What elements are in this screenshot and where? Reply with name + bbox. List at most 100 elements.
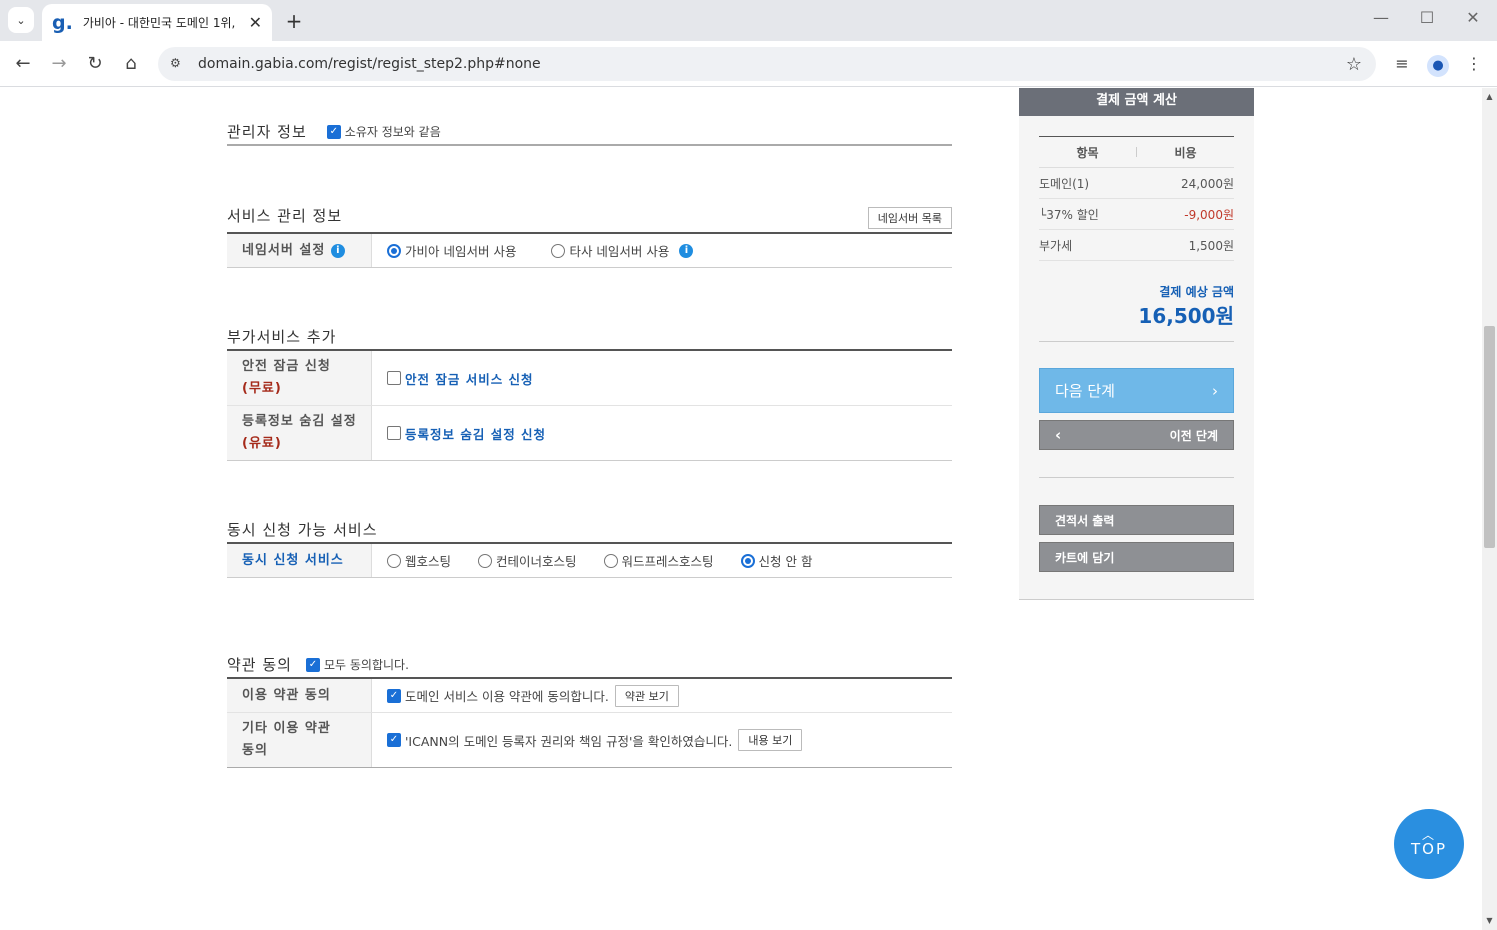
payment-summary-panel: 결제 금액 계산 항목 비용 도메인(1) 24,000원 └37% 할인 -9… <box>1019 88 1254 600</box>
info-icon[interactable]: i <box>679 243 694 258</box>
radio-other-nameserver[interactable]: 타사 네임서버 사용 i <box>551 241 694 260</box>
prev-step-button[interactable]: ‹ 이전 단계 <box>1039 420 1234 450</box>
calc-cost: -9,000원 <box>1184 207 1234 222</box>
nameserver-label: 네임서버 설정 i <box>227 234 372 267</box>
terms-label-1-text: 이용 약관 동의 <box>242 687 331 703</box>
radio-none[interactable]: 신청 안 함 <box>740 551 813 570</box>
same-as-owner-label: 소유자 정보와 같음 <box>344 125 441 139</box>
radio-container-hosting[interactable]: 컨테이너호스팅 <box>478 551 577 570</box>
nameserver-options: 가비아 네임서버 사용 타사 네임서버 사용 i <box>372 234 952 267</box>
calc-cost: 1,500원 <box>1188 238 1234 253</box>
privacy-checkbox[interactable]: 등록정보 숨김 설정 신청 <box>387 424 546 443</box>
gabia-favicon-icon: g. <box>52 11 73 34</box>
calc-row-domain: 도메인(1) 24,000원 <box>1039 168 1234 199</box>
nameserver-label-text: 네임서버 설정 <box>242 242 326 258</box>
terms-label-2-line1: 기타 이용 약관 <box>242 721 331 736</box>
next-step-button[interactable]: 다음 단계 › <box>1039 368 1234 413</box>
divider <box>227 767 952 768</box>
minimize-icon[interactable]: — <box>1366 8 1396 27</box>
view-terms-button[interactable]: 약관 보기 <box>614 684 679 707</box>
terms-text-2: 'ICANN의 도메인 등록자 권리와 책임 규정'을 확인하였습니다. <box>405 733 733 749</box>
check-icon: ✓ <box>387 688 401 703</box>
privacy-price: (유료) <box>242 436 282 451</box>
radio-web-hosting[interactable]: 웹호스팅 <box>387 551 451 570</box>
active-tab[interactable]: g. 가비아 - 대한민국 도메인 1위, ✕ <box>42 4 272 41</box>
scroll-down-icon[interactable]: ▼ <box>1482 916 1497 925</box>
safe-lock-price: (무료) <box>242 381 282 396</box>
addon-title-text: 부가서비스 추가 <box>227 328 337 346</box>
safe-lock-row: 안전 잠금 신청 (무료) 안전 잠금 서비스 신청 <box>227 351 952 405</box>
simul-label: 동시 신청 서비스 <box>227 544 372 577</box>
tab-strip: ⌄ g. 가비아 - 대한민국 도메인 1위, ✕ + — ☐ ✕ <box>0 0 1497 41</box>
terms-checkbox-2[interactable]: ✓ 'ICANN의 도메인 등록자 권리와 책임 규정'을 확인하였습니다. <box>387 731 732 750</box>
terms-label-2: 기타 이용 약관 동의 <box>227 713 372 767</box>
scroll-up-icon[interactable]: ▲ <box>1482 92 1497 101</box>
print-quote-button[interactable]: 견적서 출력 <box>1039 505 1234 535</box>
total-value: 16,500원 <box>1138 304 1234 328</box>
admin-title-text: 관리자 정보 <box>227 123 307 141</box>
safe-lock-option-label[interactable]: 안전 잠금 서비스 신청 <box>405 369 534 388</box>
simul-label-text: 동시 신청 서비스 <box>242 552 344 568</box>
simul-section-title: 동시 신청 가능 서비스 <box>227 519 378 540</box>
forward-icon[interactable]: → <box>47 52 71 76</box>
view-content-button[interactable]: 내용 보기 <box>738 729 803 751</box>
privacy-option-label[interactable]: 등록정보 숨김 설정 신청 <box>405 424 546 443</box>
url-text[interactable]: domain.gabia.com/regist/regist_step2.php… <box>198 56 1346 72</box>
terms-section-title: 약관 동의 ✓ 모두 동의합니다. <box>227 654 409 675</box>
col-item-header: 항목 <box>1076 145 1099 160</box>
scroll-top-button[interactable]: ︿ TOP <box>1394 809 1464 879</box>
divider <box>1039 477 1234 478</box>
privacy-row: 등록정보 숨김 설정 (유료) 등록정보 숨김 설정 신청 <box>227 406 952 460</box>
terms-label-2-line2: 동의 <box>242 743 268 758</box>
calc-item: 부가세 <box>1039 238 1073 253</box>
calc-cost: 24,000원 <box>1180 176 1234 191</box>
divider <box>227 460 952 461</box>
nameserver-list-button[interactable]: 네임서버 목록 <box>867 207 952 229</box>
avatar-icon: ● <box>1427 55 1449 77</box>
calc-row-vat: 부가세 1,500원 <box>1039 230 1234 261</box>
reload-icon[interactable]: ↻ <box>83 52 107 76</box>
maximize-icon[interactable]: ☐ <box>1412 8 1442 27</box>
simul-row: 동시 신청 서비스 웹호스팅 컨테이너호스팅 워드프레스호스팅 신청 안 함 <box>227 544 952 577</box>
prev-step-label: 이전 단계 <box>1169 428 1218 443</box>
terms-checkbox-1[interactable]: ✓ 도메인 서비스 이용 약관에 동의합니다. <box>387 686 609 705</box>
scrollbar-thumb[interactable] <box>1484 326 1495 548</box>
tab-title: 가비아 - 대한민국 도메인 1위, <box>82 16 236 30</box>
radio-wordpress-hosting[interactable]: 워드프레스호스팅 <box>603 551 714 570</box>
info-icon[interactable]: i <box>331 243 346 258</box>
terms-title-text: 약관 동의 <box>227 656 292 674</box>
address-bar[interactable]: ⚙ domain.gabia.com/regist/regist_step2.p… <box>158 47 1376 81</box>
terms-content-1: ✓ 도메인 서비스 이용 약관에 동의합니다. 약관 보기 <box>372 679 952 712</box>
agree-all-checkbox[interactable]: ✓ 모두 동의합니다. <box>305 656 409 673</box>
menu-kebab-icon[interactable]: ⋮ <box>1462 52 1486 76</box>
add-to-cart-button[interactable]: 카트에 담기 <box>1039 542 1234 572</box>
vertical-scrollbar[interactable]: ▲ ▼ <box>1482 88 1497 930</box>
scroll-top-label: TOP <box>1410 840 1447 858</box>
profile-button[interactable]: ● <box>1426 52 1450 77</box>
radio-gabia-label: 가비아 네임서버 사용 <box>405 244 517 259</box>
privacy-label-text: 등록정보 숨김 설정 <box>242 414 357 429</box>
back-icon[interactable]: ← <box>11 52 35 76</box>
radio-gabia-nameserver[interactable]: 가비아 네임서버 사용 <box>387 241 516 260</box>
home-icon[interactable]: ⌂ <box>119 52 143 76</box>
same-as-owner-checkbox[interactable]: ✓ 소유자 정보와 같음 <box>326 123 441 140</box>
new-tab-button[interactable]: + <box>283 9 305 33</box>
radio-icon <box>551 243 566 258</box>
total-label: 결제 예상 금액 <box>1159 285 1234 299</box>
tab-close-icon[interactable]: ✕ <box>249 13 262 32</box>
divider <box>227 144 952 146</box>
checkbox-icon <box>387 426 401 440</box>
bookmark-star-icon[interactable]: ☆ <box>1346 54 1362 75</box>
radio-other-label: 타사 네임서버 사용 <box>569 244 670 259</box>
site-info-icon[interactable]: ⚙ <box>170 56 186 72</box>
safe-lock-checkbox[interactable]: 안전 잠금 서비스 신청 <box>387 369 534 388</box>
tab-search-button[interactable]: ⌄ <box>8 7 34 33</box>
check-icon: ✓ <box>326 124 341 139</box>
window-close-icon[interactable]: ✕ <box>1458 8 1488 27</box>
reading-list-icon[interactable]: ≡ <box>1390 52 1414 76</box>
agree-all-label: 모두 동의합니다. <box>323 658 409 672</box>
payment-summary-body: 항목 비용 도메인(1) 24,000원 └37% 할인 -9,000원 부가세… <box>1039 88 1234 600</box>
radio-wordpress-hosting-label: 워드프레스호스팅 <box>621 554 714 569</box>
check-icon: ✓ <box>387 733 401 747</box>
terms-row-1: 이용 약관 동의 ✓ 도메인 서비스 이용 약관에 동의합니다. 약관 보기 <box>227 679 952 712</box>
